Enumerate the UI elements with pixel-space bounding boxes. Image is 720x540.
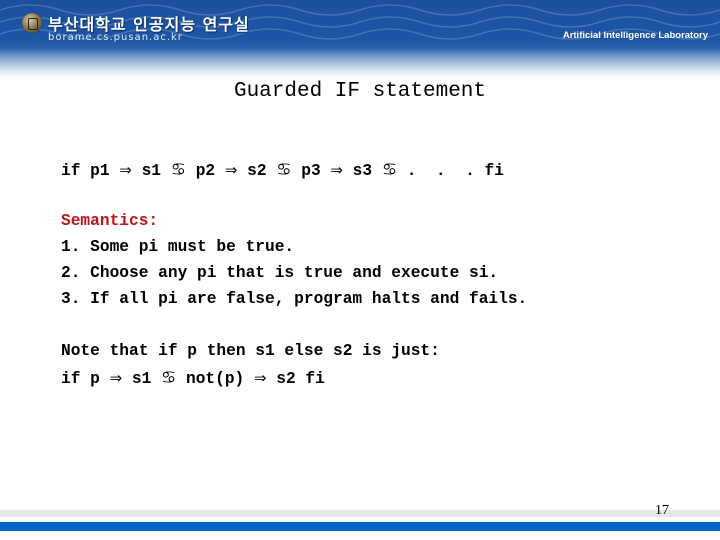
guarded-if-syntax: if p1 ⇒ s1 ♋ p2 ⇒ s2 ♋ p3 ⇒ s3 ♋ . . . f… (61, 160, 504, 180)
implies-arrow-icon: ⇒ (224, 161, 238, 179)
guard-separator-icon: ♋ (170, 160, 186, 180)
guard-separator-icon: ♋ (161, 368, 177, 388)
note-example: if p ⇒ s1 ♋ not(p) ⇒ s2 fi (61, 368, 325, 388)
footer-divider (0, 510, 720, 517)
slide: 부산대학교 인공지능 연구실 borame.cs.pusan.ac.kr Art… (0, 0, 720, 540)
code-text: s1 (131, 162, 171, 180)
code-text: s3 (342, 162, 382, 180)
code-text: p3 (291, 162, 331, 180)
slide-title: Guarded IF statement (233, 80, 487, 103)
page-number: 17 (655, 503, 669, 518)
footer-bar (0, 522, 720, 531)
guard-separator-icon: ♋ (276, 160, 292, 180)
code-text: s1 (122, 370, 162, 388)
semantics-heading: Semantics: (61, 212, 159, 230)
semantics-item: 2. Choose any pi that is true and execut… (61, 264, 499, 282)
semantics-item: 1. Some pi must be true. (61, 238, 295, 256)
code-text: not(p) (176, 370, 254, 388)
code-text: s2 fi (266, 370, 325, 388)
implies-arrow-icon: ⇒ (330, 161, 343, 179)
lab-name: Artificial Intelligence Laboratory (562, 30, 708, 41)
code-text: s2 (237, 162, 277, 180)
code-text: if p1 (61, 162, 120, 180)
header-banner: 부산대학교 인공지능 연구실 borame.cs.pusan.ac.kr Art… (0, 0, 720, 78)
implies-arrow-icon: ⇒ (119, 161, 132, 179)
guard-separator-icon: ♋ (381, 160, 398, 180)
semantics-item: 3. If all pi are false, program halts an… (61, 290, 528, 308)
implies-arrow-icon: ⇒ (253, 369, 267, 387)
lab-url: borame.cs.pusan.ac.kr (48, 32, 183, 43)
code-text: if p (61, 370, 110, 388)
code-text: p2 (185, 162, 225, 180)
university-seal-icon (22, 13, 42, 33)
note-line: Note that if p then s1 else s2 is just: (61, 342, 440, 360)
implies-arrow-icon: ⇒ (109, 369, 123, 387)
code-text: . . . fi (397, 162, 504, 180)
